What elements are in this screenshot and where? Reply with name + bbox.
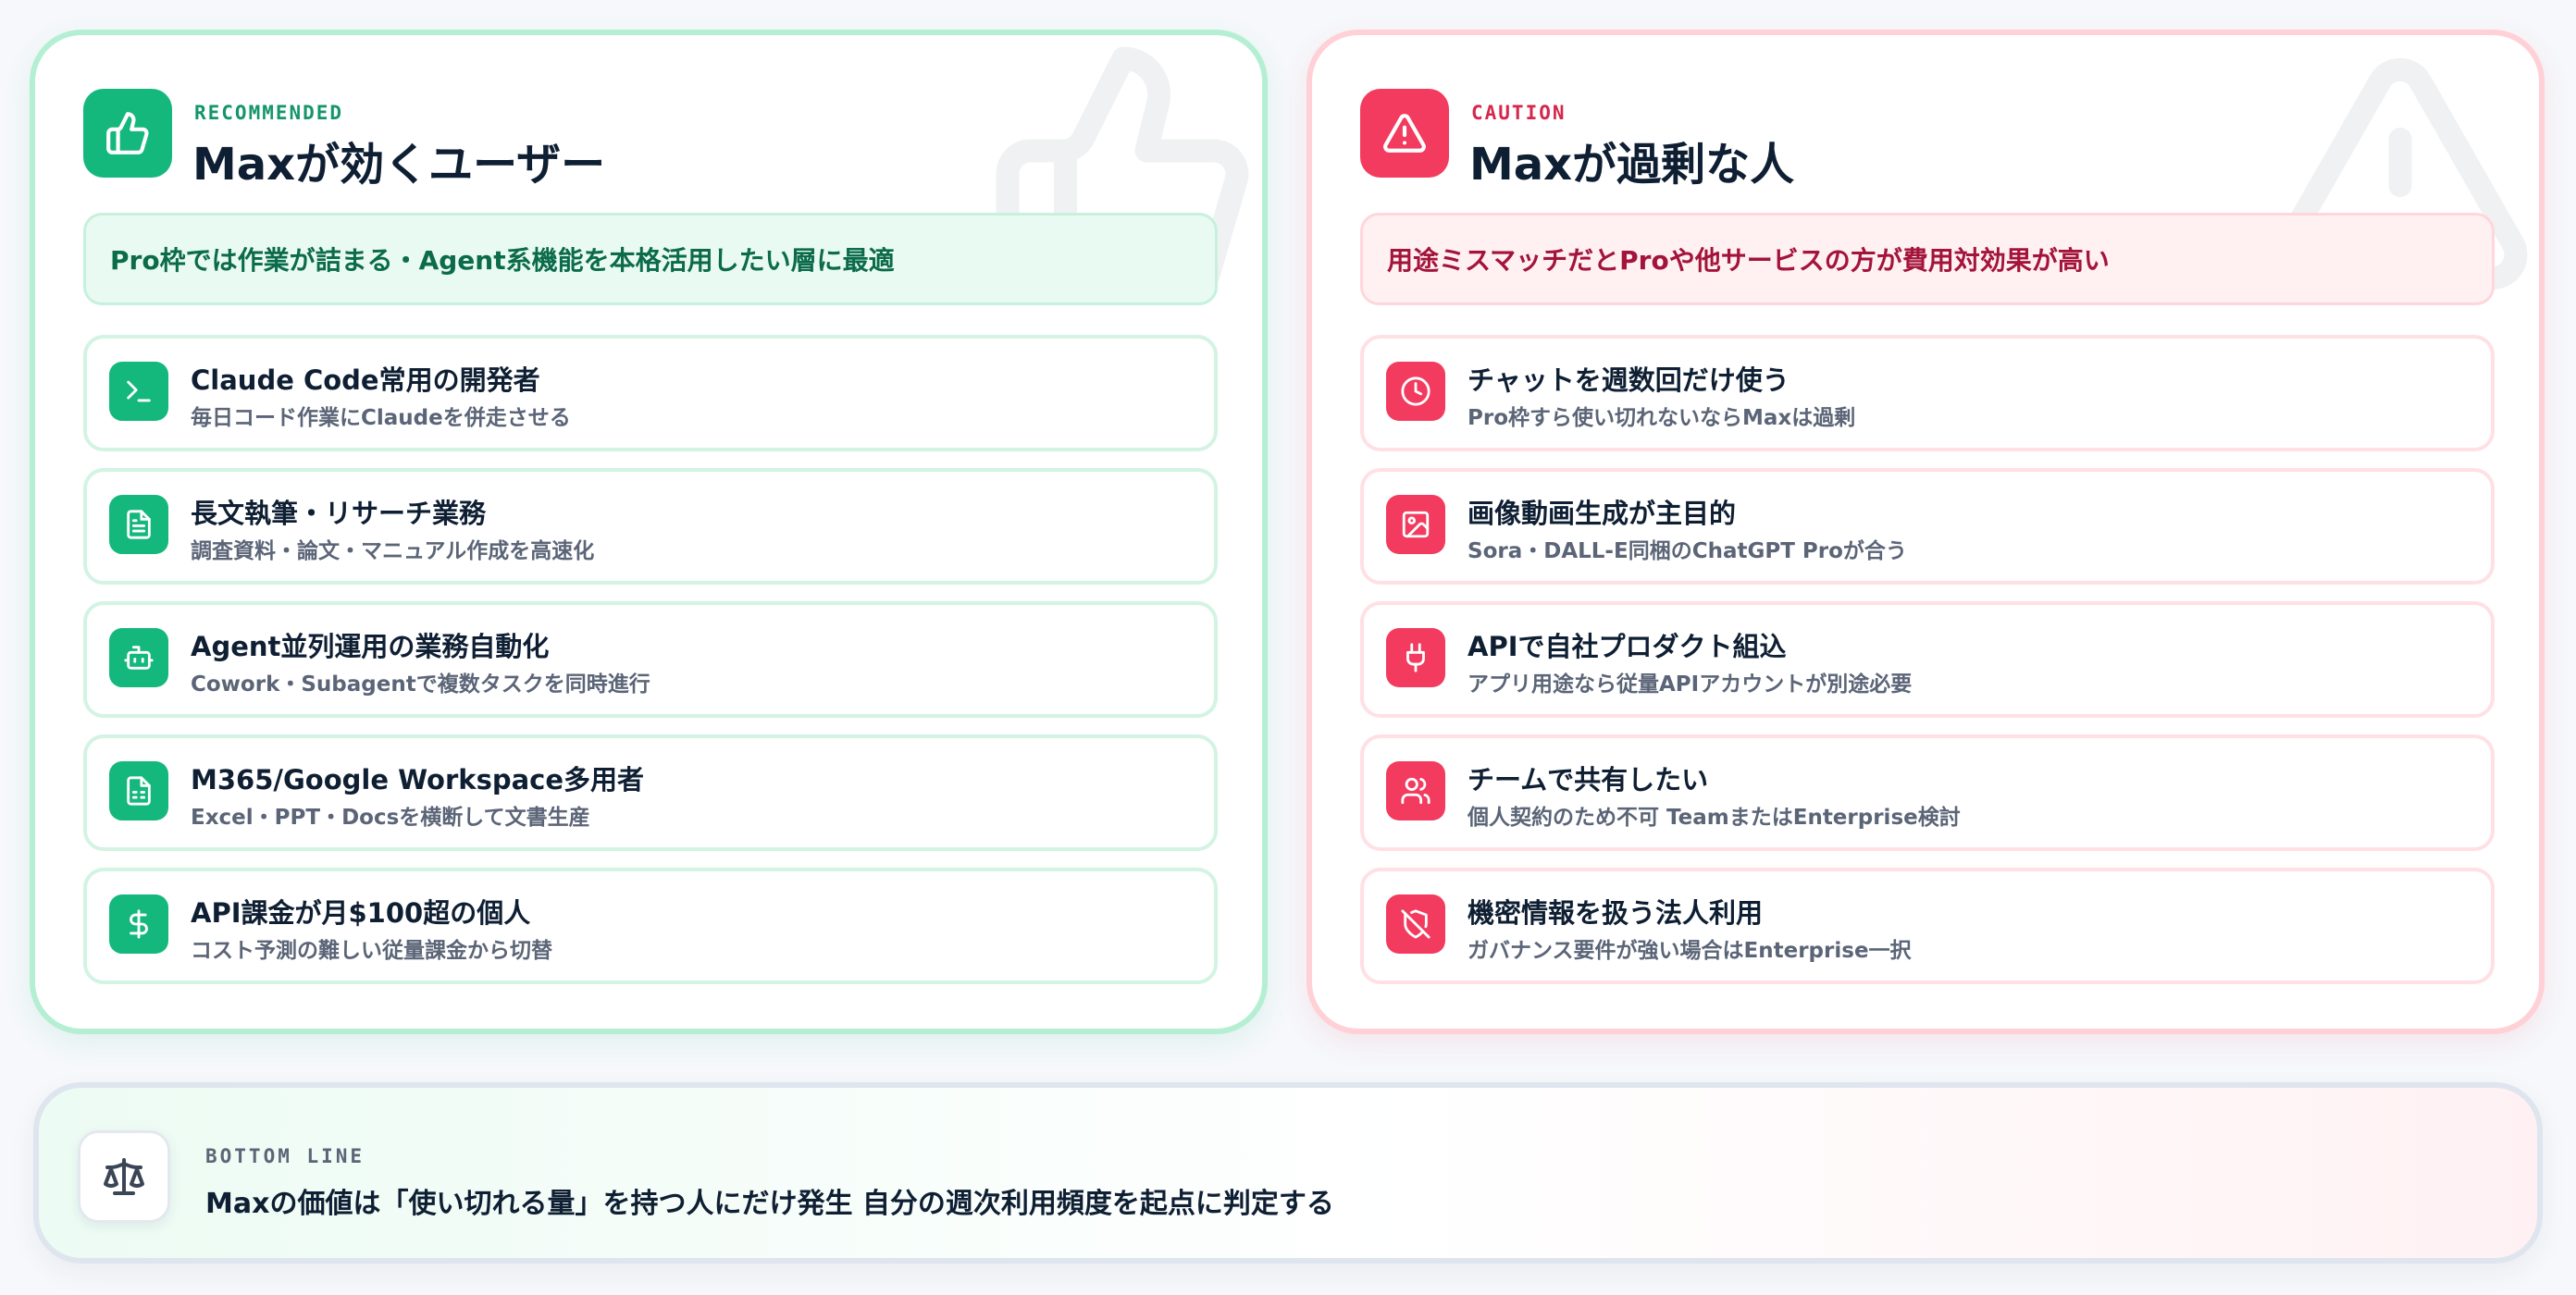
item-title: API課金が月$100超の個人 (191, 897, 531, 929)
list-item: 機密情報を扱う法人利用 ガバナンス要件が強い場合はEnterprise一択 (1360, 868, 2495, 984)
item-title: 機密情報を扱う法人利用 (1468, 897, 1764, 929)
scale-icon-badge (78, 1130, 170, 1223)
item-title: チームで共有したい (1468, 764, 1709, 796)
item-description: コスト予測の難しい従量課金から切替 (191, 939, 552, 963)
item-description: 個人契約のため不可 TeamまたはEnterprise検討 (1468, 806, 1961, 830)
bottom-line-label: BOTTOM LINE (205, 1145, 365, 1167)
list-item: M365/Google Workspace多用者 Excel・PPT・Docsを… (83, 734, 1218, 851)
spreadsheet-icon (127, 776, 151, 806)
item-description: 毎日コード作業にClaudeを併走させる (191, 406, 571, 430)
terminal-icon (127, 380, 151, 402)
recommended-panel: RECOMMENDED Maxが効くユーザー Pro枠では作業が詰まる・Agen… (30, 30, 1268, 1034)
robot-icon-badge (109, 628, 168, 687)
warning-badge (1360, 89, 1449, 178)
scale-icon (104, 1158, 144, 1195)
shield-off-icon (1401, 909, 1430, 939)
bottom-line-text: Maxの価値は「使い切れる量」を持つ人にだけ発生 自分の週次利用頻度を起点に判定… (205, 1188, 1334, 1220)
users-icon-badge (1386, 761, 1445, 820)
warning-icon (1383, 114, 1426, 153)
item-description: ガバナンス要件が強い場合はEnterprise一択 (1468, 939, 1912, 963)
users-icon (1401, 777, 1430, 805)
thumbs-up-icon (106, 112, 149, 154)
list-item: Claude Code常用の開発者 毎日コード作業にClaudeを併走させる (83, 335, 1218, 451)
caution-eyebrow: CAUTION (1471, 102, 1567, 124)
item-description: 調査資料・論文・マニュアル作成を高速化 (191, 539, 595, 563)
image-icon-badge (1386, 495, 1445, 554)
caution-panel: CAUTION Maxが過剰な人 用途ミスマッチだとProや他サービスの方が費用… (1307, 30, 2545, 1034)
list-item: 長文執筆・リサーチ業務 調査資料・論文・マニュアル作成を高速化 (83, 468, 1218, 585)
item-title: 画像動画生成が主目的 (1468, 498, 1737, 529)
item-description: Sora・DALL-E同梱のChatGPT Proが合う (1468, 539, 1907, 563)
recommended-title: Maxが効くユーザー (192, 139, 606, 191)
list-item: API課金が月$100超の個人 コスト予測の難しい従量課金から切替 (83, 868, 1218, 984)
image-icon (1402, 511, 1430, 538)
terminal-icon-badge (109, 362, 168, 421)
item-description: Excel・PPT・Docsを横断して文書生産 (191, 806, 590, 830)
list-item: 画像動画生成が主目的 Sora・DALL-E同梱のChatGPT Proが合う (1360, 468, 2495, 585)
robot-icon (124, 646, 154, 670)
caution-title: Maxが過剰な人 (1469, 139, 1795, 191)
plug-icon (1406, 643, 1425, 672)
caution-summary: 用途ミスマッチだとProや他サービスの方が費用対効果が高い (1360, 213, 2495, 305)
dollar-icon-badge (109, 894, 168, 954)
item-title: 長文執筆・リサーチ業務 (191, 498, 487, 529)
item-title: チャットを週数回だけ使う (1468, 364, 1790, 396)
list-item: APIで自社プロダクト組込 アプリ用途なら従量APIアカウントが別途必要 (1360, 601, 2495, 718)
document-icon (127, 510, 151, 539)
document-icon-badge (109, 495, 168, 554)
recommended-summary: Pro枠では作業が詰まる・Agent系機能を本格活用したい層に最適 (83, 213, 1218, 305)
shield-off-icon-badge (1386, 894, 1445, 954)
plug-icon-badge (1386, 628, 1445, 687)
bottom-line-banner: BOTTOM LINE Maxの価値は「使い切れる量」を持つ人にだけ発生 自分の… (33, 1082, 2543, 1264)
clock-icon (1401, 376, 1430, 406)
thumbs-up-badge (83, 89, 172, 178)
item-description: Cowork・Subagentで複数タスクを同時進行 (191, 672, 650, 697)
item-description: Pro枠すら使い切れないならMaxは過剰 (1468, 406, 1856, 430)
item-description: アプリ用途なら従量APIアカウントが別途必要 (1468, 672, 1913, 697)
list-item: チャットを週数回だけ使う Pro枠すら使い切れないならMaxは過剰 (1360, 335, 2495, 451)
clock-icon-badge (1386, 362, 1445, 421)
item-title: Agent並列運用の業務自動化 (191, 631, 550, 662)
spreadsheet-icon-badge (109, 761, 168, 820)
recommended-eyebrow: RECOMMENDED (194, 102, 344, 124)
list-item: Agent並列運用の業務自動化 Cowork・Subagentで複数タスクを同時… (83, 601, 1218, 718)
item-title: APIで自社プロダクト組込 (1468, 631, 1787, 662)
item-title: M365/Google Workspace多用者 (191, 764, 645, 796)
item-title: Claude Code常用の開発者 (191, 364, 540, 396)
dollar-icon (130, 909, 148, 939)
list-item: チームで共有したい 個人契約のため不可 TeamまたはEnterprise検討 (1360, 734, 2495, 851)
